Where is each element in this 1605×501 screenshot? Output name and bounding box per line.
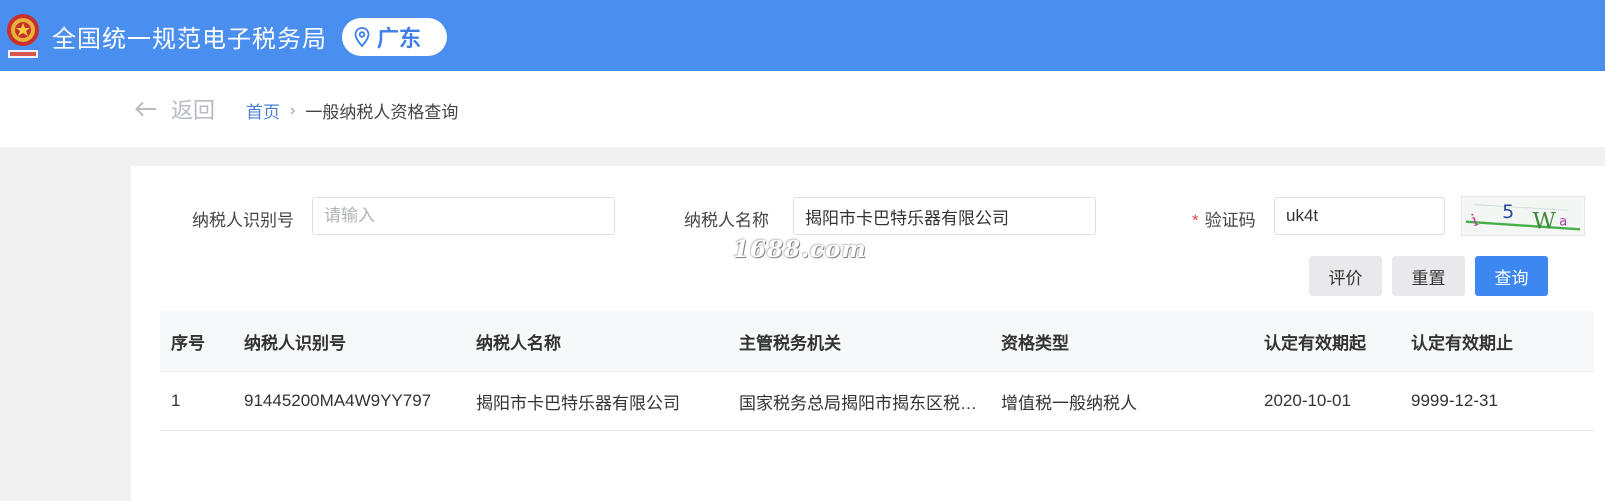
cell-taxpayer-name: 揭阳市卡巴特乐器有限公司 xyxy=(476,393,680,413)
cell-tax-authority: 国家税务总局揭阳市揭东区税… xyxy=(739,393,977,413)
breadcrumb-separator: › xyxy=(290,101,296,119)
evaluate-button[interactable]: 评价 xyxy=(1309,256,1382,296)
reset-button[interactable]: 重置 xyxy=(1392,256,1465,296)
table-row: 1 91445200MA4W9YY797 揭阳市卡巴特乐器有限公司 国家税务总局… xyxy=(160,372,1594,431)
cell-valid-to: 9999-12-31 xyxy=(1411,391,1498,410)
back-button[interactable]: 返回 xyxy=(135,93,215,125)
cell-qualification-type: 增值税一般纳税人 xyxy=(1001,393,1137,413)
breadcrumb-current: 一般纳税人资格查询 xyxy=(305,103,459,122)
cell-taxpayer-id: 91445200MA4W9YY797 xyxy=(244,391,432,410)
col-header-taxpayer-id: 纳税人识别号 xyxy=(244,333,346,353)
required-mark: * xyxy=(1192,211,1199,230)
svg-text:W: W xyxy=(1533,208,1557,234)
svg-text:5: 5 xyxy=(1502,201,1514,223)
region-label: 广东 xyxy=(377,26,422,51)
col-header-qualification-type: 资格类型 xyxy=(1001,333,1069,353)
national-tax-emblem-icon xyxy=(7,14,39,58)
captcha-input[interactable] xyxy=(1274,197,1445,235)
col-header-taxpayer-name: 纳税人名称 xyxy=(476,333,561,353)
captcha-image[interactable]: i 5 W a xyxy=(1461,196,1585,236)
arrow-left-icon xyxy=(135,101,156,117)
results-table: 序号 纳税人识别号 纳税人名称 主管税务机关 资格类型 认定有效期起 认定有效期… xyxy=(160,311,1594,431)
watermark: 1688.com xyxy=(733,236,867,263)
cell-valid-from: 2020-10-01 xyxy=(1264,391,1351,410)
taxpayer-id-input[interactable] xyxy=(312,197,615,235)
col-header-valid-to: 认定有效期止 xyxy=(1411,333,1513,353)
captcha-label: * 验证码 xyxy=(1192,206,1256,231)
taxpayer-id-label: 纳税人识别号 xyxy=(192,211,294,230)
top-header: 全国统一规范电子税务局 广东 xyxy=(0,0,1605,71)
svg-text:a: a xyxy=(1559,215,1567,230)
cell-index: 1 xyxy=(171,391,181,410)
col-header-tax-authority: 主管税务机关 xyxy=(739,333,841,353)
col-header-index: 序号 xyxy=(171,333,205,353)
app-title: 全国统一规范电子税务局 xyxy=(52,26,327,53)
location-pin-icon xyxy=(354,27,370,47)
region-selector[interactable]: 广东 xyxy=(342,18,447,56)
breadcrumb-bar: 返回 首页 › 一般纳税人资格查询 xyxy=(0,71,1605,147)
search-button[interactable]: 查询 xyxy=(1475,256,1548,296)
back-label: 返回 xyxy=(171,98,216,123)
table-header-row: 序号 纳税人识别号 纳税人名称 主管税务机关 资格类型 认定有效期起 认定有效期… xyxy=(160,311,1594,372)
taxpayer-name-input[interactable] xyxy=(793,197,1096,235)
breadcrumb-home-link[interactable]: 首页 xyxy=(246,98,280,123)
col-header-valid-from: 认定有效期起 xyxy=(1264,333,1366,353)
query-panel: 纳税人识别号 纳税人名称 * 验证码 i 5 W a 1688.com 评价 重置… xyxy=(131,166,1605,501)
taxpayer-name-label: 纳税人名称 xyxy=(684,211,769,230)
breadcrumb: 首页 › 一般纳税人资格查询 xyxy=(246,98,458,123)
captcha-label-text: 验证码 xyxy=(1204,211,1256,230)
